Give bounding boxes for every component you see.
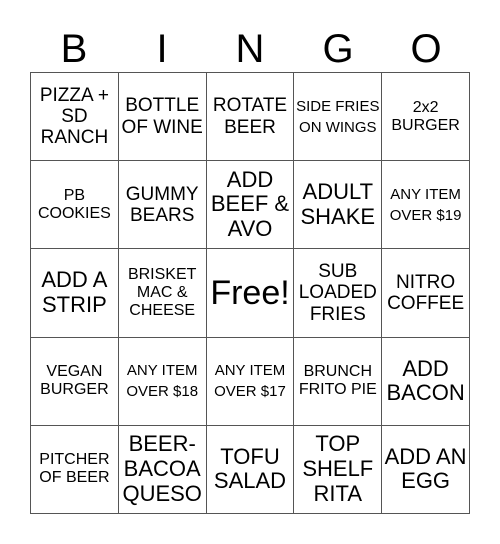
bingo-cell[interactable]: SIDE FRIES ON WINGS bbox=[294, 73, 383, 162]
bingo-cell[interactable]: 2x2 BURGER bbox=[382, 73, 470, 162]
bingo-cell[interactable]: PIZZA + SD RANCH bbox=[31, 73, 119, 162]
bingo-cell[interactable]: ROTATE BEER bbox=[206, 73, 295, 162]
header-letter-o: O bbox=[410, 27, 442, 71]
header-letter-n: N bbox=[235, 27, 265, 71]
bingo-cell[interactable]: ANY ITEM OVER $18 bbox=[118, 337, 207, 426]
bingo-cell[interactable]: VEGAN BURGER bbox=[31, 337, 119, 426]
bingo-cell[interactable]: GUMMY BEARS bbox=[118, 161, 207, 250]
bingo-cell[interactable]: TOP SHELF RITA bbox=[294, 425, 383, 514]
bingo-cell[interactable]: ANY ITEM OVER $17 bbox=[206, 337, 295, 426]
bingo-cell[interactable]: ADD A STRIP bbox=[31, 249, 119, 338]
bingo-cell[interactable]: PB COOKIES bbox=[31, 161, 119, 250]
bingo-cell[interactable]: BRUNCH FRITO PIE bbox=[294, 337, 383, 426]
free-space-cell[interactable]: Free! bbox=[206, 249, 295, 338]
bingo-header: B I N G O bbox=[30, 26, 470, 72]
bingo-cell[interactable]: ANY ITEM OVER $19 bbox=[382, 161, 470, 250]
header-letter-i: I bbox=[156, 27, 168, 71]
bingo-grid: PIZZA + SD RANCH BOTTLE OF WINE ROTATE B… bbox=[30, 72, 470, 514]
bingo-cell[interactable]: ADD BACON bbox=[382, 337, 470, 426]
header-letter-g: G bbox=[322, 27, 354, 71]
bingo-cell[interactable]: BOTTLE OF WINE bbox=[118, 73, 207, 162]
bingo-cell[interactable]: TOFU SALAD bbox=[206, 425, 295, 514]
bingo-cell[interactable]: ADD AN EGG bbox=[382, 425, 470, 514]
bingo-cell[interactable]: ADD BEEF & AVO bbox=[206, 161, 295, 250]
bingo-cell[interactable]: BEER-BACOA QUESO bbox=[118, 425, 207, 514]
bingo-cell[interactable]: ADULT SHAKE bbox=[294, 161, 383, 250]
bingo-cell[interactable]: SUB LOADED FRIES bbox=[294, 249, 383, 338]
bingo-cell[interactable]: BRISKET MAC & CHEESE bbox=[118, 249, 207, 338]
header-letter-b: B bbox=[60, 27, 88, 71]
bingo-cell[interactable]: NITRO COFFEE bbox=[382, 249, 470, 338]
bingo-cell[interactable]: PITCHER OF BEER bbox=[31, 425, 119, 514]
